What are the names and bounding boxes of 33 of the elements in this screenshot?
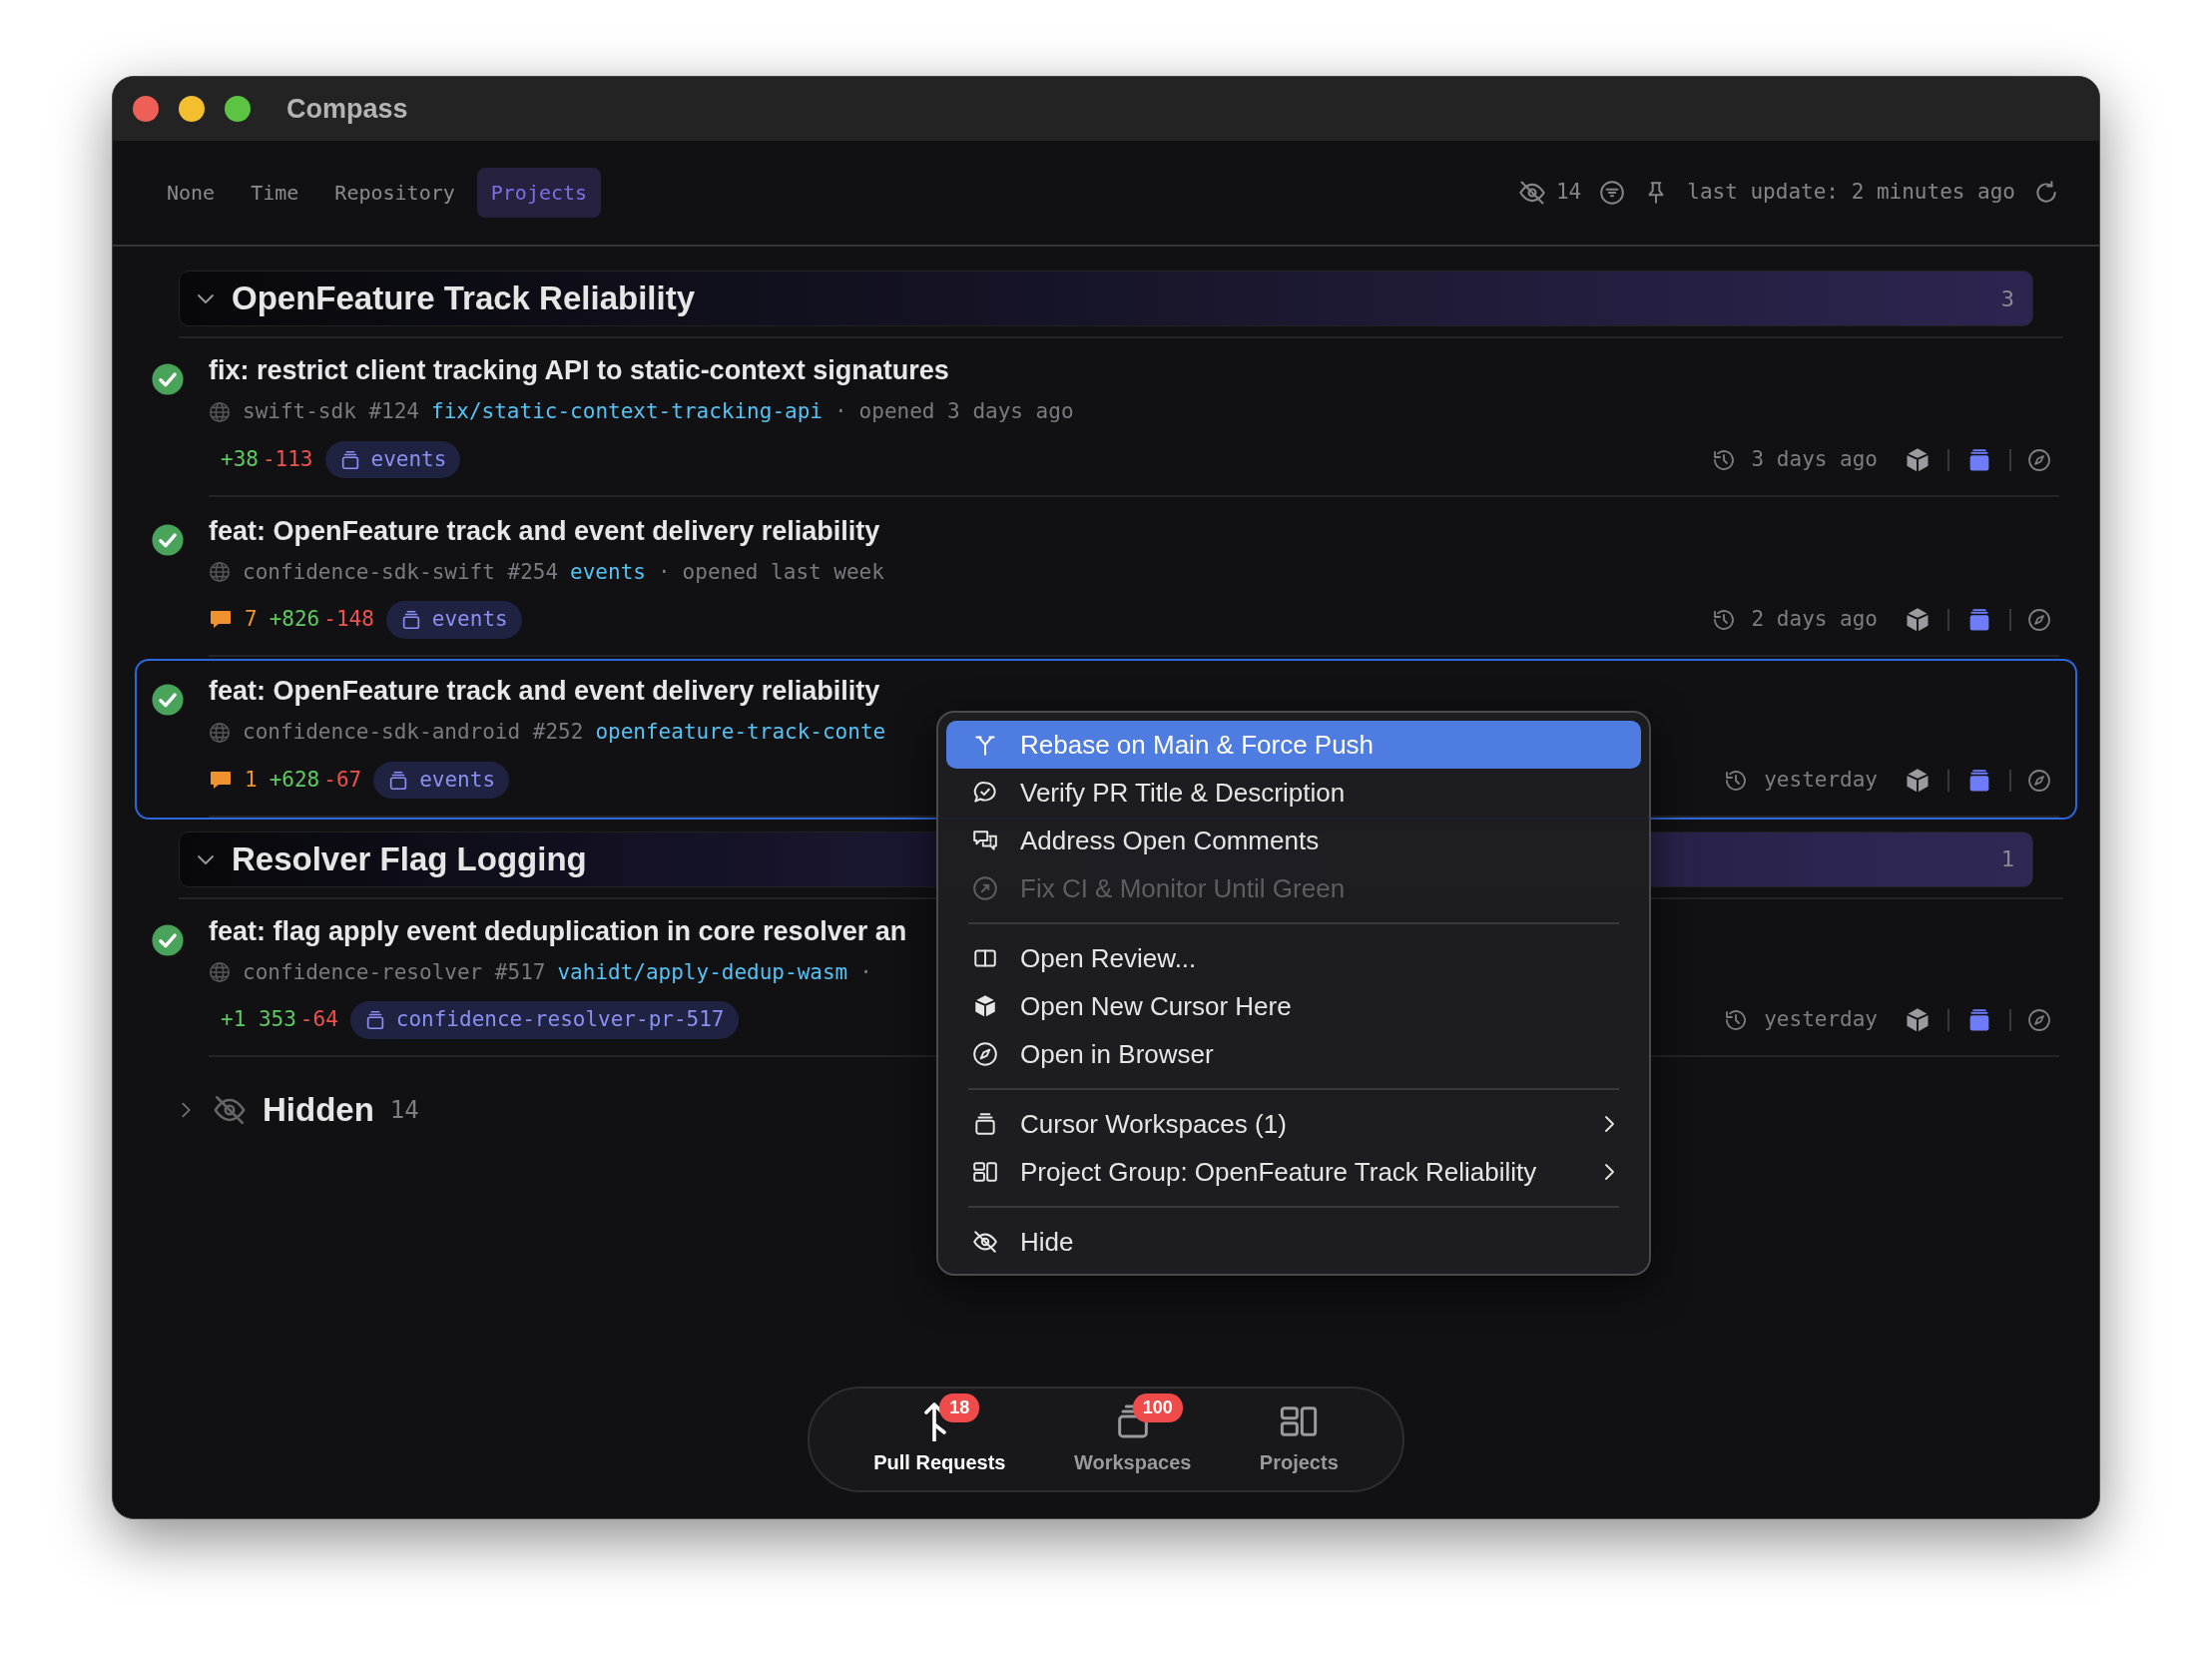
deletions-count: -67 bbox=[323, 766, 362, 794]
hidden-count: 14 bbox=[389, 1094, 419, 1126]
updated-time: yesterday bbox=[1764, 766, 1878, 794]
updated-time: 2 days ago bbox=[1751, 606, 1878, 634]
repo-text: confidence-resolver #517 bbox=[243, 958, 546, 986]
group-title: OpenFeature Track Reliability bbox=[232, 278, 695, 319]
updated-time: yesterday bbox=[1764, 1006, 1878, 1034]
separator-dot: · bbox=[657, 558, 671, 586]
separator-dot: · bbox=[859, 958, 872, 986]
count-badge: 18 bbox=[939, 1393, 980, 1422]
group-title: Resolver Flag Logging bbox=[232, 838, 587, 879]
group-count: 3 bbox=[2000, 284, 2014, 313]
deletions-count: -113 bbox=[262, 445, 313, 473]
deletions-count: -64 bbox=[299, 1006, 338, 1034]
additions-count: +38 bbox=[221, 445, 259, 473]
hidden-count: 14 bbox=[1555, 179, 1582, 207]
additions-count: +826 bbox=[269, 606, 320, 634]
group-count: 1 bbox=[2000, 845, 2014, 873]
opened-text: opened last week bbox=[682, 558, 884, 586]
comment-count: 7 bbox=[245, 606, 258, 634]
last-update-text: last update: 2 minutes ago bbox=[1687, 179, 2015, 207]
window-title: Compass bbox=[286, 92, 408, 126]
additions-count: +1 353 bbox=[221, 1006, 296, 1034]
repo-text: confidence-sdk-swift #254 bbox=[243, 558, 559, 586]
updated-time: 3 days ago bbox=[1751, 445, 1878, 473]
additions-count: +628 bbox=[269, 766, 320, 794]
deletions-count: -148 bbox=[323, 606, 374, 634]
repo-text: confidence-sdk-android #252 bbox=[243, 719, 584, 746]
repo-text: swift-sdk #124 bbox=[243, 398, 419, 425]
count-badge: 100 bbox=[1132, 1393, 1183, 1422]
opened-text: opened 3 days ago bbox=[858, 398, 1074, 425]
separator-dot: · bbox=[833, 398, 847, 425]
comment-count: 1 bbox=[245, 766, 258, 794]
